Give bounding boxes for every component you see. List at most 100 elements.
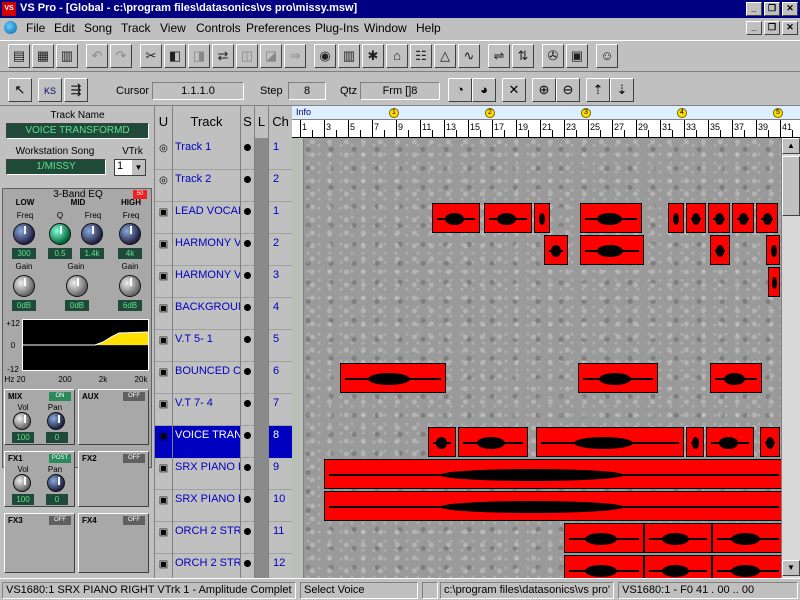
fx1-pan-knob[interactable] <box>47 474 65 492</box>
audio-clip[interactable] <box>536 427 684 457</box>
track-type-icon[interactable]: ◎ <box>155 138 173 170</box>
minimize-button[interactable]: _ <box>746 2 762 16</box>
lock-toggle[interactable] <box>255 266 269 298</box>
header-s[interactable]: S <box>241 106 255 138</box>
track-type-icon[interactable]: ◎ <box>155 170 173 202</box>
locate-marker[interactable]: 4 <box>677 108 687 118</box>
fx3-toggle[interactable]: OFF <box>49 516 71 525</box>
fx1-post-toggle[interactable]: POST <box>49 454 71 463</box>
effects-icon[interactable]: ✱ <box>362 44 384 68</box>
audio-clip[interactable] <box>580 203 642 233</box>
track-name-field[interactable]: VOICE TRANSFORMD <box>6 123 149 139</box>
menu-controls[interactable]: Controls <box>196 21 241 35</box>
compress-icon[interactable]: ⇒ <box>284 44 306 68</box>
qtz-field[interactable]: Frm []8 <box>360 82 440 100</box>
track-type-icon[interactable]: ▣ <box>155 394 173 426</box>
solo-toggle[interactable] <box>241 266 255 298</box>
solo-toggle[interactable] <box>241 138 255 170</box>
locate-marker[interactable]: 1 <box>389 108 399 118</box>
track-channel[interactable]: 6 <box>269 362 292 394</box>
globe-icon[interactable]: ◉ <box>314 44 336 68</box>
track-row[interactable]: ▣ ORCH 2 STR 12 <box>155 554 292 578</box>
track-channel[interactable]: 9 <box>269 458 292 490</box>
audio-clip[interactable] <box>644 555 712 578</box>
lock-toggle[interactable] <box>255 362 269 394</box>
menu-preferences[interactable]: Preferences <box>246 21 311 35</box>
audio-clip[interactable] <box>564 523 644 553</box>
redo-icon[interactable]: ↷ <box>110 44 132 68</box>
track-tool-icon[interactable]: ⇶ <box>64 78 88 102</box>
solo-toggle[interactable] <box>241 426 255 458</box>
vtrk-select[interactable]: 1 ▼ <box>114 159 146 176</box>
solo-toggle[interactable] <box>241 490 255 522</box>
zoom-out-icon[interactable]: ⊖ <box>556 78 580 102</box>
track-name[interactable]: V.T 5- 1 <box>173 330 241 362</box>
audio-clip[interactable] <box>756 203 778 233</box>
zoom-in-icon[interactable]: ⊕ <box>532 78 556 102</box>
track-row[interactable]: ◎ Track 2 2 <box>155 170 292 202</box>
scissors-icon[interactable]: ✂ <box>140 44 162 68</box>
audio-clip[interactable] <box>706 427 754 457</box>
audio-clip[interactable] <box>432 203 480 233</box>
camera-icon[interactable]: ✇ <box>542 44 564 68</box>
triangle-icon[interactable]: △ <box>434 44 456 68</box>
timeline-ruler[interactable]: Info 1 2 3 4 5 1 3 5 7 9 11 13 15 17 19 21 23 25 27 29 31 33 3… <box>292 106 800 138</box>
lock-toggle[interactable] <box>255 522 269 554</box>
lock-toggle[interactable] <box>255 426 269 458</box>
record-icon[interactable]: ⇌ <box>488 44 510 68</box>
track-name[interactable]: VOICE TRAN <box>173 426 241 458</box>
track-channel[interactable]: 1 <box>269 202 292 234</box>
lock-toggle[interactable] <box>255 330 269 362</box>
waveform-icon[interactable]: ∿ <box>458 44 480 68</box>
track-name[interactable]: HARMONY V <box>173 234 241 266</box>
track-name[interactable]: SRX PIANO R <box>173 490 241 522</box>
audio-clip[interactable] <box>760 427 780 457</box>
low-gain-knob[interactable] <box>13 275 35 297</box>
fader-icon[interactable]: ☷ <box>410 44 432 68</box>
audio-clip[interactable] <box>712 523 781 553</box>
track-name[interactable]: BACKGROUN <box>173 298 241 330</box>
mid-gain-knob[interactable] <box>66 275 88 297</box>
locate-marker[interactable]: 3 <box>581 108 591 118</box>
track-channel[interactable]: 4 <box>269 298 292 330</box>
track-channel[interactable]: 1 <box>269 138 292 170</box>
track-type-icon[interactable]: ▣ <box>155 490 173 522</box>
track-name[interactable]: SRX PIANO L <box>173 458 241 490</box>
fx2-toggle[interactable]: OFF <box>123 454 145 463</box>
mixer-icon[interactable]: ▥ <box>338 44 360 68</box>
lock-toggle[interactable] <box>255 394 269 426</box>
app-icon[interactable]: VS <box>2 2 16 16</box>
track-row[interactable]: ▣ BOUNCED C 6 <box>155 362 292 394</box>
menu-plugins[interactable]: Plug-Ins <box>315 21 359 35</box>
solo-toggle[interactable] <box>241 330 255 362</box>
track-row[interactable]: ▣ VOICE TRAN 8 <box>155 426 292 458</box>
solo-toggle[interactable] <box>241 458 255 490</box>
track-row[interactable]: ▣ LEAD VOCAL 1 <box>155 202 292 234</box>
high-freq-knob[interactable] <box>119 223 141 245</box>
fx4-toggle[interactable]: OFF <box>123 516 145 525</box>
workstation-song-field[interactable]: 1/MISSY <box>6 159 106 175</box>
audio-clip[interactable] <box>712 555 781 578</box>
solo-toggle[interactable] <box>241 170 255 202</box>
copy-icon[interactable]: ◧ <box>164 44 186 68</box>
track-channel[interactable]: 8 <box>269 426 292 458</box>
track-channel[interactable]: 10 <box>269 490 292 522</box>
mdi-restore-button[interactable]: ❐ <box>764 21 780 35</box>
audio-clip[interactable] <box>458 427 528 457</box>
track-row[interactable]: ▣ SRX PIANO L 9 <box>155 458 292 490</box>
menu-help[interactable]: Help <box>416 21 441 35</box>
audio-clip[interactable] <box>324 459 781 489</box>
save-file-icon[interactable]: ▥ <box>56 44 78 68</box>
audio-clip[interactable] <box>564 555 644 578</box>
mdi-minimize-button[interactable]: _ <box>746 21 762 35</box>
restore-button[interactable]: ❐ <box>764 2 780 16</box>
lock-toggle[interactable] <box>255 202 269 234</box>
lock-toggle[interactable] <box>255 234 269 266</box>
track-name[interactable]: HARMONY V <box>173 266 241 298</box>
smiley-icon[interactable]: ☺ <box>596 44 618 68</box>
erase-icon[interactable]: ◪ <box>260 44 282 68</box>
audio-clip[interactable] <box>686 203 706 233</box>
transfer-icon[interactable]: ⇅ <box>512 44 534 68</box>
sync-icon[interactable]: ◕ <box>472 78 496 102</box>
solo-toggle[interactable] <box>241 362 255 394</box>
